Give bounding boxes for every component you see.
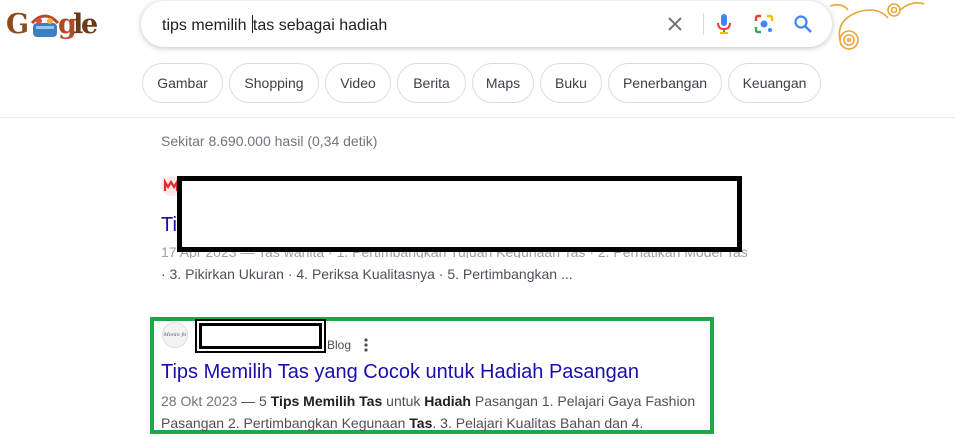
search-icon[interactable] (791, 12, 815, 36)
chip-penerbangan[interactable]: Penerbangan (608, 63, 722, 103)
divider (703, 13, 704, 35)
search-input[interactable]: tips memilih tas sebagai hadiah (162, 15, 387, 35)
query-text: tips memilih (162, 17, 251, 34)
logo-letter: e (81, 9, 99, 40)
more-options-icon[interactable] (362, 337, 370, 353)
snippet-text: untuk (382, 393, 425, 409)
chip-video[interactable]: Video (325, 63, 391, 103)
snippet-line: · 3. Pikirkan Ukuran · 4. Periksa Kualit… (161, 266, 573, 282)
logo-letter: G (6, 9, 30, 40)
microphone-icon[interactable] (712, 12, 736, 36)
result-stats: Sekitar 8.690.000 hasil (0,34 detik) (161, 133, 378, 149)
result-title-link[interactable]: Tips Memilih Tas yang Cocok untuk Hadiah… (161, 361, 639, 384)
snippet-text: . 3. Pelajari Kualitas Bahan dan 4. (432, 415, 644, 431)
result-title-partial[interactable]: Ti (161, 214, 177, 237)
search-filter-chips: Gambar Shopping Video Berita Maps Buku P… (0, 63, 955, 103)
chip-buku[interactable]: Buku (540, 63, 602, 103)
chip-maps[interactable]: Maps (472, 63, 534, 103)
google-lens-icon[interactable] (752, 12, 776, 36)
chip-keuangan[interactable]: Keuangan (728, 63, 821, 103)
snippet-bold: Hadiah (424, 393, 471, 409)
doodle-swirl-decoration (829, 2, 925, 50)
clear-icon[interactable] (663, 12, 687, 36)
snippet-text: — 5 (237, 393, 271, 409)
redaction-fill (202, 326, 319, 346)
search-box[interactable]: tips memilih tas sebagai hadiah (141, 1, 832, 47)
chip-berita[interactable]: Berita (397, 63, 466, 103)
result-tag: Blog (327, 338, 352, 352)
redaction-box (177, 176, 742, 252)
chip-gambar[interactable]: Gambar (142, 63, 223, 103)
snippet-bold: Tas (409, 415, 433, 431)
google-logo[interactable]: G g l e (6, 7, 102, 43)
chip-shopping[interactable]: Shopping (229, 63, 319, 103)
result-date: 28 Okt 2023 (161, 393, 238, 409)
site-favicon[interactable]: Monin fo (162, 322, 188, 348)
query-text: tas sebagai hadiah (252, 17, 388, 34)
favicon-label: Monin fo (163, 332, 187, 338)
redaction-box (195, 319, 326, 353)
result-snippet: 28 Okt 2023 — 5 Tips Memilih Tas untuk H… (161, 390, 706, 434)
doodle-basket-icon (30, 14, 60, 37)
header-divider (0, 117, 955, 118)
snippet-bold: Tips Memilih Tas (270, 393, 383, 409)
